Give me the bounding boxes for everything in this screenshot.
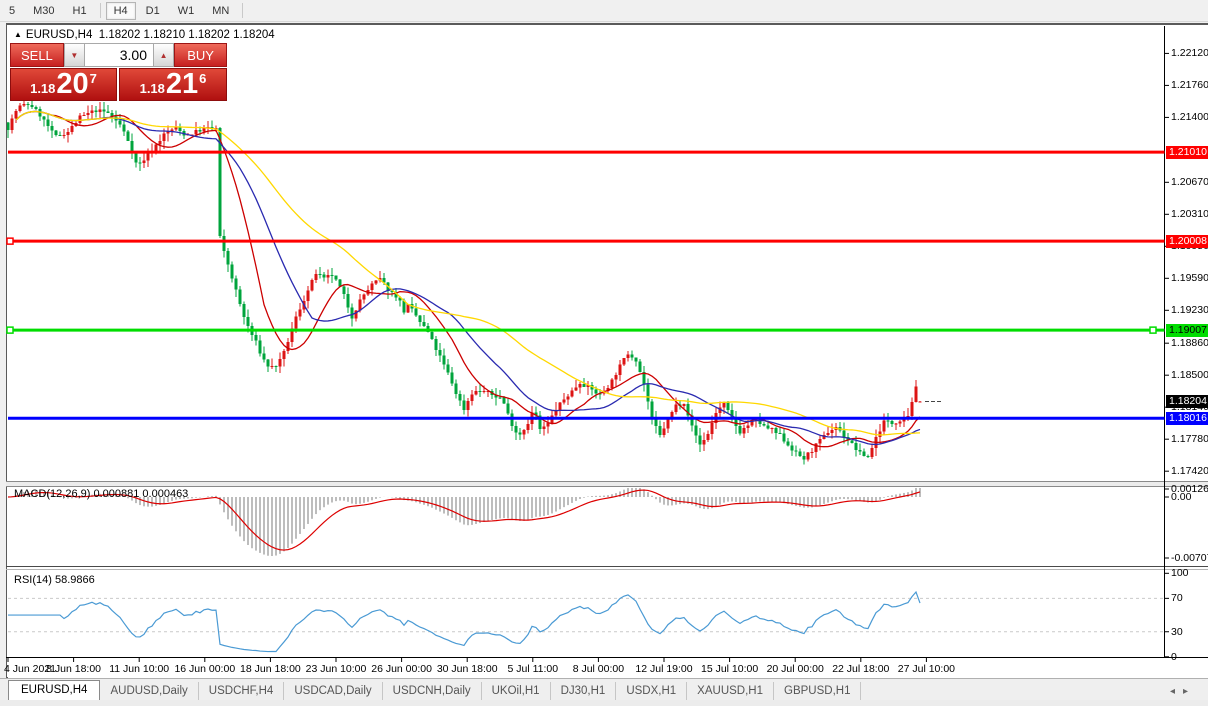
sell-price-prefix: 1.18 <box>30 81 55 96</box>
timeframe-button-M30[interactable]: M30 <box>25 2 62 20</box>
rsi-name: RSI(14) <box>14 574 52 586</box>
sell-price-big: 20 <box>56 70 88 99</box>
symbol-tab-AUDUSD[interactable]: AUDUSD,Daily <box>100 682 198 701</box>
buy-price-quote[interactable]: 1.18 21 6 <box>119 68 227 101</box>
buy-price-big: 21 <box>166 70 198 99</box>
symbol-tab-USDCHF[interactable]: USDCHF,H4 <box>199 682 285 701</box>
macd-name: MACD(12,26,9) <box>14 488 90 500</box>
toolbar-separator <box>100 3 101 18</box>
sell-price-quote[interactable]: 1.18 20 7 <box>10 68 117 101</box>
chart-ohlc-header: ▲ EURUSD,H4 1.18202 1.18210 1.18202 1.182… <box>14 29 275 41</box>
symbol-tab-UKOil[interactable]: UKOil,H1 <box>482 682 551 701</box>
rsi-value: 58.9866 <box>55 574 95 586</box>
symbol-tab-USDX[interactable]: USDX,H1 <box>616 682 687 701</box>
timeframe-button-H1[interactable]: H1 <box>65 2 95 20</box>
timeframe-toolbar: 5M30H1 H4D1W1MN <box>0 0 1208 22</box>
trade-panel-controls: SELL ▼ ▲ BUY <box>10 43 227 67</box>
symbol-tab-EURUSD[interactable]: EURUSD,H4 <box>8 680 100 701</box>
toolbar-separator <box>242 3 243 18</box>
symbol-tab-USDCNH[interactable]: USDCNH,Daily <box>383 682 482 701</box>
symbol-tab-GBPUSD[interactable]: GBPUSD,H1 <box>774 682 861 701</box>
volume-decrease-button[interactable]: ▼ <box>64 43 85 67</box>
status-strip <box>0 700 1208 706</box>
tab-scroll-arrows[interactable]: ◂▸ <box>1170 686 1196 697</box>
macd-values: 0.000881 0.000463 <box>93 488 188 500</box>
sell-button[interactable]: SELL <box>10 43 64 67</box>
timeframe-button-D1[interactable]: D1 <box>138 2 168 20</box>
trading-terminal-window: 5M30H1 H4D1W1MN ▲ EURUSD,H4 1.18202 1.1821… <box>0 0 1208 706</box>
sell-price-pip: 7 <box>90 71 97 86</box>
volume-increase-button[interactable]: ▲ <box>153 43 174 67</box>
chevron-down-icon: ▼ <box>70 51 78 60</box>
symbol-collapse-icon[interactable]: ▲ <box>14 30 22 39</box>
rsi-indicator-label: RSI(14) 58.9866 <box>14 574 95 586</box>
trade-panel-quotes: 1.18 20 7 1.18 21 6 <box>10 68 227 101</box>
timeframe-button-5[interactable]: 5 <box>1 2 23 20</box>
tab-scroll-right-icon[interactable]: ▸ <box>1183 686 1196 697</box>
timeframe-button-MN[interactable]: MN <box>204 2 237 20</box>
timeframe-button-H4[interactable]: H4 <box>106 2 136 20</box>
symbol-tab-USDCAD[interactable]: USDCAD,Daily <box>284 682 382 701</box>
symbol-tab-bar: EURUSD,H4AUDUSD,DailyUSDCHF,H4USDCAD,Dai… <box>0 678 1208 701</box>
volume-input[interactable] <box>85 43 153 67</box>
chevron-up-icon: ▲ <box>160 51 168 60</box>
tab-scroll-left-icon[interactable]: ◂ <box>1170 686 1183 697</box>
buy-button[interactable]: BUY <box>174 43 227 67</box>
timeframe-button-W1[interactable]: W1 <box>170 2 203 20</box>
symbol-tab-XAUUSD[interactable]: XAUUSD,H1 <box>687 682 774 701</box>
buy-price-prefix: 1.18 <box>140 81 165 96</box>
macd-indicator-label: MACD(12,26,9) 0.000881 0.000463 <box>14 488 188 500</box>
chart-symbol-label: EURUSD,H4 <box>26 29 92 41</box>
buy-price-pip: 6 <box>199 71 206 86</box>
chart-canvas[interactable] <box>0 0 1208 706</box>
ohlc-values: 1.18202 1.18210 1.18202 1.18204 <box>99 29 275 41</box>
one-click-trade-panel: SELL ▼ ▲ BUY 1.18 20 7 1.18 21 6 <box>10 43 227 101</box>
symbol-tab-DJ30[interactable]: DJ30,H1 <box>551 682 617 701</box>
